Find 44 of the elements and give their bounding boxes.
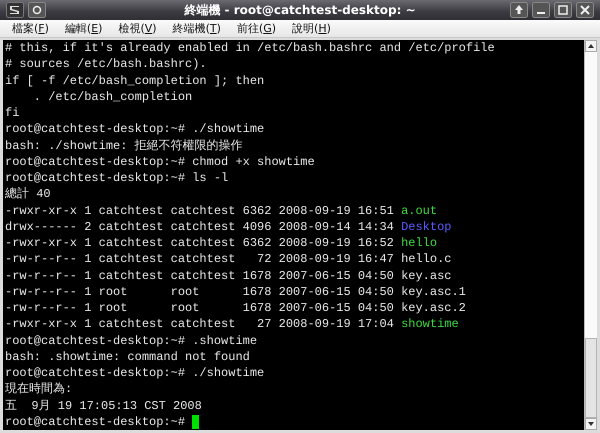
menu-item[interactable]: 檔案(F): [4, 20, 57, 37]
terminal-text: root@catchtest-desktop:~# ./showtime: [5, 121, 264, 138]
terminal-text: bash: .showtime: command not found: [5, 348, 250, 365]
terminal-text: -rw-r--r-- 1 catchtest catchtest 72 2008-09-19 16:47 hello.c: [5, 251, 452, 268]
terminal-text: if [ -f /etc/bash_completion ]; then: [5, 72, 264, 89]
menu-item[interactable]: 前往(G): [228, 20, 284, 37]
menu-item[interactable]: 終端機(T): [164, 20, 229, 37]
scroll-up-icon[interactable]: [585, 40, 597, 52]
terminal-text: root@catchtest-desktop:~#: [5, 414, 186, 430]
terminal-text: -rwxr-xr-x 1 catchtest catchtest 6362 2008-09-19 16:51: [5, 202, 395, 219]
maximize-icon[interactable]: [554, 2, 572, 18]
directory-name: Desktop: [401, 218, 452, 235]
menu-item[interactable]: 檢視(V): [110, 20, 165, 37]
terminal-text: # sources /etc/bash.bashrc).: [5, 56, 207, 72]
shade-icon[interactable]: [510, 2, 528, 18]
terminal-text: # this, if it's already enabled in /etc/bash.bashrc and /etc/profile: [5, 40, 495, 56]
executable-name: hello: [401, 235, 438, 252]
window-title: 終端機 - root@catchtest-desktop: ~: [184, 2, 416, 18]
terminal-text: root@catchtest-desktop:~# chmod +x showtime: [5, 154, 315, 170]
terminal-text: root@catchtest-desktop:~# ./showtime: [5, 365, 264, 382]
menu-item[interactable]: 說明(H): [284, 20, 339, 37]
terminal-text: fi: [5, 105, 20, 122]
terminal-text: -rw-r--r-- 1 root root 1678 2007-06-15 04:50 key.asc.1: [5, 284, 466, 300]
terminal-text: -rwxr-xr-x 1 catchtest catchtest 27 2008-09-19 17:04: [5, 316, 395, 332]
terminal-text: 總計 40: [5, 186, 51, 202]
terminal-text: 五 9月 19 17:05:13 CST 2008: [5, 398, 202, 414]
terminal-text: drwx------ 2 catchtest catchtest 4096 2008-09-14 14:34: [5, 218, 395, 235]
executable-name: showtime: [401, 316, 459, 332]
terminal-text: -rwxr-xr-x 1 catchtest catchtest 6362 2008-09-19 16:52: [5, 235, 395, 252]
terminal-text: -rw-r--r-- 1 root root 1678 2007-06-15 04:50 key.asc.2: [5, 300, 466, 316]
terminal-text: 現在時間為:: [5, 381, 72, 398]
scroll-down-icon[interactable]: [585, 418, 597, 430]
terminal-text: bash: ./showtime: 拒絕不符權限的操作: [5, 138, 243, 154]
scrollbar[interactable]: [584, 40, 597, 430]
terminal-text: root@catchtest-desktop:~# .showtime: [5, 332, 258, 349]
close-icon[interactable]: [576, 2, 594, 18]
terminal-text: root@catchtest-desktop:~# ls -l: [5, 170, 228, 186]
terminal-text: -rw-r--r-- 1 catchtest catchtest 1678 2007-06-15 04:50 key.asc: [5, 268, 452, 284]
terminal-text: . /etc/bash_completion: [32, 88, 192, 105]
menu-item[interactable]: 編輯(E): [56, 20, 110, 37]
minimize-icon[interactable]: [532, 2, 550, 18]
scroll-thumb[interactable]: [585, 338, 597, 418]
app-menu-icon[interactable]: [6, 2, 24, 18]
executable-name: a.out: [401, 202, 438, 219]
